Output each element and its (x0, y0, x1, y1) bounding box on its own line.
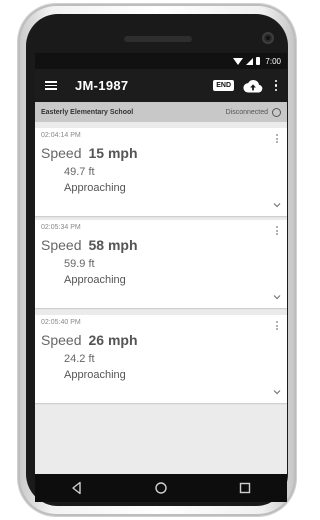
approach-status: Approaching (64, 274, 126, 286)
speed-value: 15 mph (88, 145, 138, 161)
school-name: Easterly Elementary School (41, 108, 134, 116)
speed-value: 26 mph (88, 332, 138, 348)
chevron-down-icon[interactable] (273, 389, 281, 395)
reading-card[interactable]: 02:05:34 PM Speed 58 mph 59.9 ft Approach… (35, 220, 287, 308)
wifi-icon (233, 57, 244, 65)
battery-icon (256, 57, 261, 65)
approach-status: Approaching (64, 369, 126, 381)
reading-time: 02:04:14 PM (41, 132, 81, 139)
distance-value: 49.7 ft (64, 166, 95, 178)
earpiece-speaker (124, 36, 192, 42)
speed-label: Speed (41, 145, 82, 161)
speed-value: 58 mph (88, 237, 138, 253)
status-bar: 7:00 (35, 53, 287, 69)
connection-indicator-icon[interactable] (272, 107, 281, 117)
nav-back-icon[interactable] (68, 479, 86, 497)
cloud-upload-icon[interactable] (243, 79, 263, 93)
more-vert-icon[interactable] (276, 321, 278, 330)
status-time: 7:00 (265, 56, 281, 66)
nav-recents-icon[interactable] (236, 479, 254, 497)
signal-icon (246, 57, 254, 65)
speed-label: Speed (41, 237, 82, 253)
front-camera (262, 32, 274, 44)
end-button[interactable]: END (213, 80, 234, 91)
reading-time: 02:05:34 PM (41, 224, 81, 231)
chevron-down-icon[interactable] (273, 202, 281, 208)
more-vert-icon[interactable] (276, 134, 278, 143)
speed-label: Speed (41, 332, 82, 348)
connection-status: Disconnected (225, 108, 268, 116)
more-vert-icon[interactable] (276, 226, 278, 235)
reading-card[interactable]: 02:04:14 PM Speed 15 mph 49.7 ft Approach… (35, 128, 287, 216)
reading-card[interactable]: 02:05:40 PM Speed 26 mph 24.2 ft Approach… (35, 315, 287, 403)
speed-line: Speed 26 mph (41, 332, 138, 348)
page-title: JM-1987 (75, 78, 129, 93)
android-nav-bar (35, 474, 287, 502)
hamburger-menu-icon[interactable] (45, 81, 57, 90)
distance-value: 24.2 ft (64, 353, 95, 365)
session-bar: Easterly Elementary School Disconnected (35, 102, 287, 122)
more-vert-icon[interactable] (273, 79, 279, 92)
app-bar: JM-1987 END (35, 69, 287, 102)
chevron-down-icon[interactable] (273, 294, 281, 300)
speed-line: Speed 15 mph (41, 145, 138, 161)
reading-time: 02:05:40 PM (41, 319, 81, 326)
nav-home-icon[interactable] (152, 479, 170, 497)
app-screen: 7:00 JM-1987 END Easterly Elementary Sch… (35, 53, 287, 502)
approach-status: Approaching (64, 182, 126, 194)
distance-value: 59.9 ft (64, 258, 95, 270)
speed-line: Speed 58 mph (41, 237, 138, 253)
